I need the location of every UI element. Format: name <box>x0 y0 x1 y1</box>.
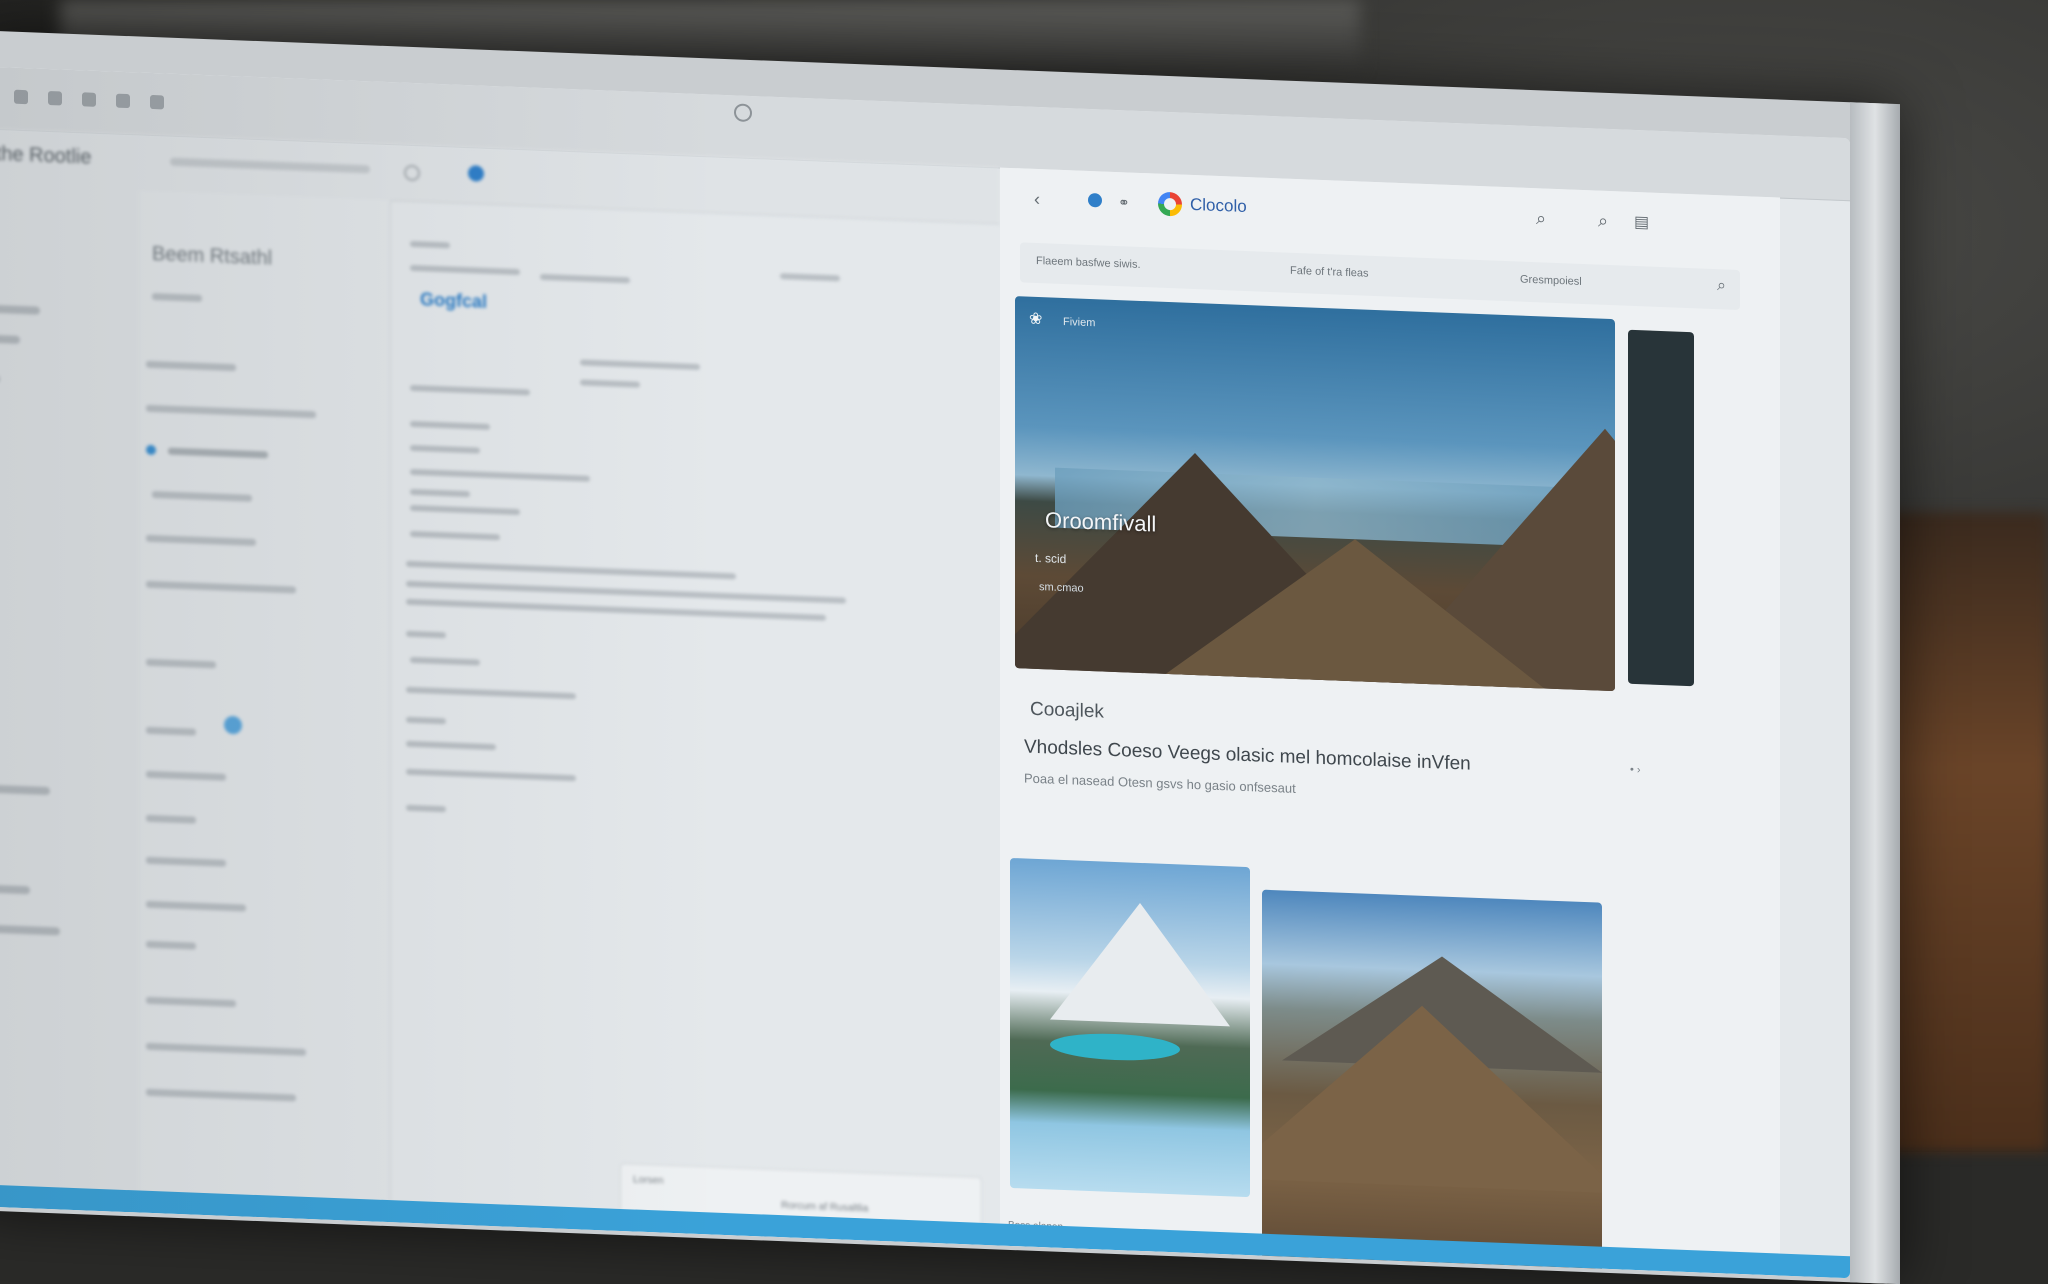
nav-item[interactable] <box>0 304 40 315</box>
thumb-peak <box>1050 899 1230 1027</box>
monitor: e-the Rootlie Beem Rtsathl Gogfcal Lorse… <box>0 30 1900 1284</box>
search-icon[interactable]: ⌕ <box>1717 277 1726 295</box>
left-app: e-the Rootlie Beem Rtsathl Gogfcal Lorse… <box>0 128 1000 1259</box>
nav-item[interactable] <box>0 924 60 936</box>
nav-item[interactable] <box>0 884 30 895</box>
search-tab[interactable]: Flaeem basfwe siwis. <box>1036 255 1141 271</box>
sidebar-item[interactable] <box>146 658 216 669</box>
text-line <box>406 560 736 580</box>
text-line <box>410 420 490 430</box>
text-line <box>410 488 470 498</box>
search-tab[interactable]: Fafe of t'ra fleas <box>1290 265 1369 280</box>
sync-icon[interactable] <box>224 715 242 735</box>
screen: e-the Rootlie Beem Rtsathl Gogfcal Lorse… <box>0 66 1850 1279</box>
sidebar-item[interactable] <box>152 292 202 302</box>
toolbar-icon[interactable] <box>150 94 164 110</box>
refresh-icon[interactable] <box>404 164 420 182</box>
left-sidebar: Beem Rtsathl <box>140 190 391 1225</box>
app-title: e-the Rootlie <box>0 142 92 169</box>
sidebar-item[interactable] <box>146 1042 306 1056</box>
tab-strip[interactable] <box>170 157 370 174</box>
back-icon[interactable]: ‹ <box>1034 189 1040 210</box>
hero-logo-text: Fiviem <box>1063 315 1096 330</box>
search-icon[interactable]: ⌕ <box>1598 211 1608 232</box>
text-line <box>780 273 840 282</box>
hero-subtitle: sm.cmao <box>1039 581 1084 595</box>
active-dot-icon <box>146 444 156 456</box>
camera-icon <box>734 103 752 123</box>
sidebar-heading: Beem Rtsathl <box>152 242 273 270</box>
sidebar-item[interactable] <box>146 900 246 912</box>
text-line <box>540 273 630 284</box>
hero-title: Oroomfivall <box>1045 507 1157 537</box>
sidebar-item[interactable] <box>146 580 296 594</box>
thumbnail-image[interactable] <box>1010 857 1250 1198</box>
browser-brand: Clocolo <box>1190 194 1247 217</box>
article-snippet: Poaa el nasead Otesn gsvs ho gasio onfse… <box>1024 770 1296 796</box>
hero-image[interactable]: ❀ Fiviem Oroomfivall t. scid sm.cmao <box>1015 296 1615 692</box>
hero-subtitle: t. scid <box>1035 550 1067 567</box>
nav-item[interactable] <box>0 334 20 344</box>
article-source: Cooajlek <box>1030 698 1104 723</box>
sidebar-item[interactable] <box>146 770 226 781</box>
panel-label: Lorsen <box>633 1174 664 1187</box>
sidebar-item-active[interactable] <box>168 447 268 459</box>
toolbar-icon[interactable] <box>82 92 96 107</box>
article-title[interactable]: Vhodsles Coeso Veegs olasic mel homcolai… <box>1024 736 1471 775</box>
text-line <box>410 384 530 396</box>
text-line <box>410 264 520 276</box>
text-line <box>406 580 846 604</box>
left-main-content: Gogfcal <box>400 201 1000 1248</box>
extension-icon[interactable] <box>1088 192 1102 208</box>
sidebar-item[interactable] <box>146 726 196 736</box>
left-nav <box>0 184 140 1215</box>
text-line <box>410 444 480 454</box>
link-icon[interactable]: ⚭ <box>1118 194 1130 211</box>
toolbar-icon[interactable] <box>14 89 28 105</box>
thumb-ridge <box>1262 998 1602 1194</box>
text-line <box>410 504 520 516</box>
carousel-pager[interactable]: • › <box>1630 764 1641 776</box>
text-line <box>406 716 446 725</box>
text-line <box>406 598 826 621</box>
toolbar-icon[interactable] <box>116 93 130 109</box>
bookmark-icon[interactable]: ▤ <box>1634 212 1649 233</box>
text-line <box>580 379 640 388</box>
text-line <box>406 686 576 700</box>
hero-mountain <box>1155 531 1555 692</box>
search-tab[interactable]: Gresmpoiesl <box>1520 274 1582 288</box>
sidebar-item[interactable] <box>152 490 252 502</box>
text-line <box>406 804 446 813</box>
text-line <box>410 656 480 666</box>
hero-logo-icon: ❀ <box>1029 310 1043 329</box>
sidebar-item[interactable] <box>146 940 196 950</box>
text-line <box>410 530 500 541</box>
text-line <box>406 768 576 782</box>
text-line <box>406 740 496 751</box>
text-line <box>580 359 700 371</box>
monitor-bezel <box>1850 102 1900 1284</box>
sidebar-item[interactable] <box>146 856 226 867</box>
thumbnail-image[interactable] <box>1262 889 1602 1273</box>
side-card[interactable] <box>1628 329 1694 687</box>
left-brand: Gogfcal <box>420 289 488 312</box>
text-line <box>410 468 590 482</box>
sidebar-item[interactable] <box>146 360 236 372</box>
sidebar-item[interactable] <box>146 534 256 546</box>
sidebar-item[interactable] <box>146 1088 296 1102</box>
sidebar-item[interactable] <box>146 814 196 824</box>
sidebar-item[interactable] <box>146 996 236 1008</box>
sidebar-item[interactable] <box>146 404 316 419</box>
thumb-lake <box>1050 1031 1180 1063</box>
browser-panel: ‹ ⚭ Clocolo ⌕ ⌕ ▤ Flaeem basfwe siwis. F… <box>1000 167 1780 1278</box>
toolbar-icon[interactable] <box>48 90 62 106</box>
text-line <box>410 240 450 249</box>
status-dot-icon[interactable] <box>468 165 484 182</box>
g-logo-icon <box>1158 191 1182 217</box>
panel-label: Rorcum af Rusaltlia <box>781 1200 869 1215</box>
text-line <box>406 630 446 639</box>
search-icon[interactable]: ⌕ <box>1536 208 1546 229</box>
nav-item[interactable] <box>0 784 50 796</box>
